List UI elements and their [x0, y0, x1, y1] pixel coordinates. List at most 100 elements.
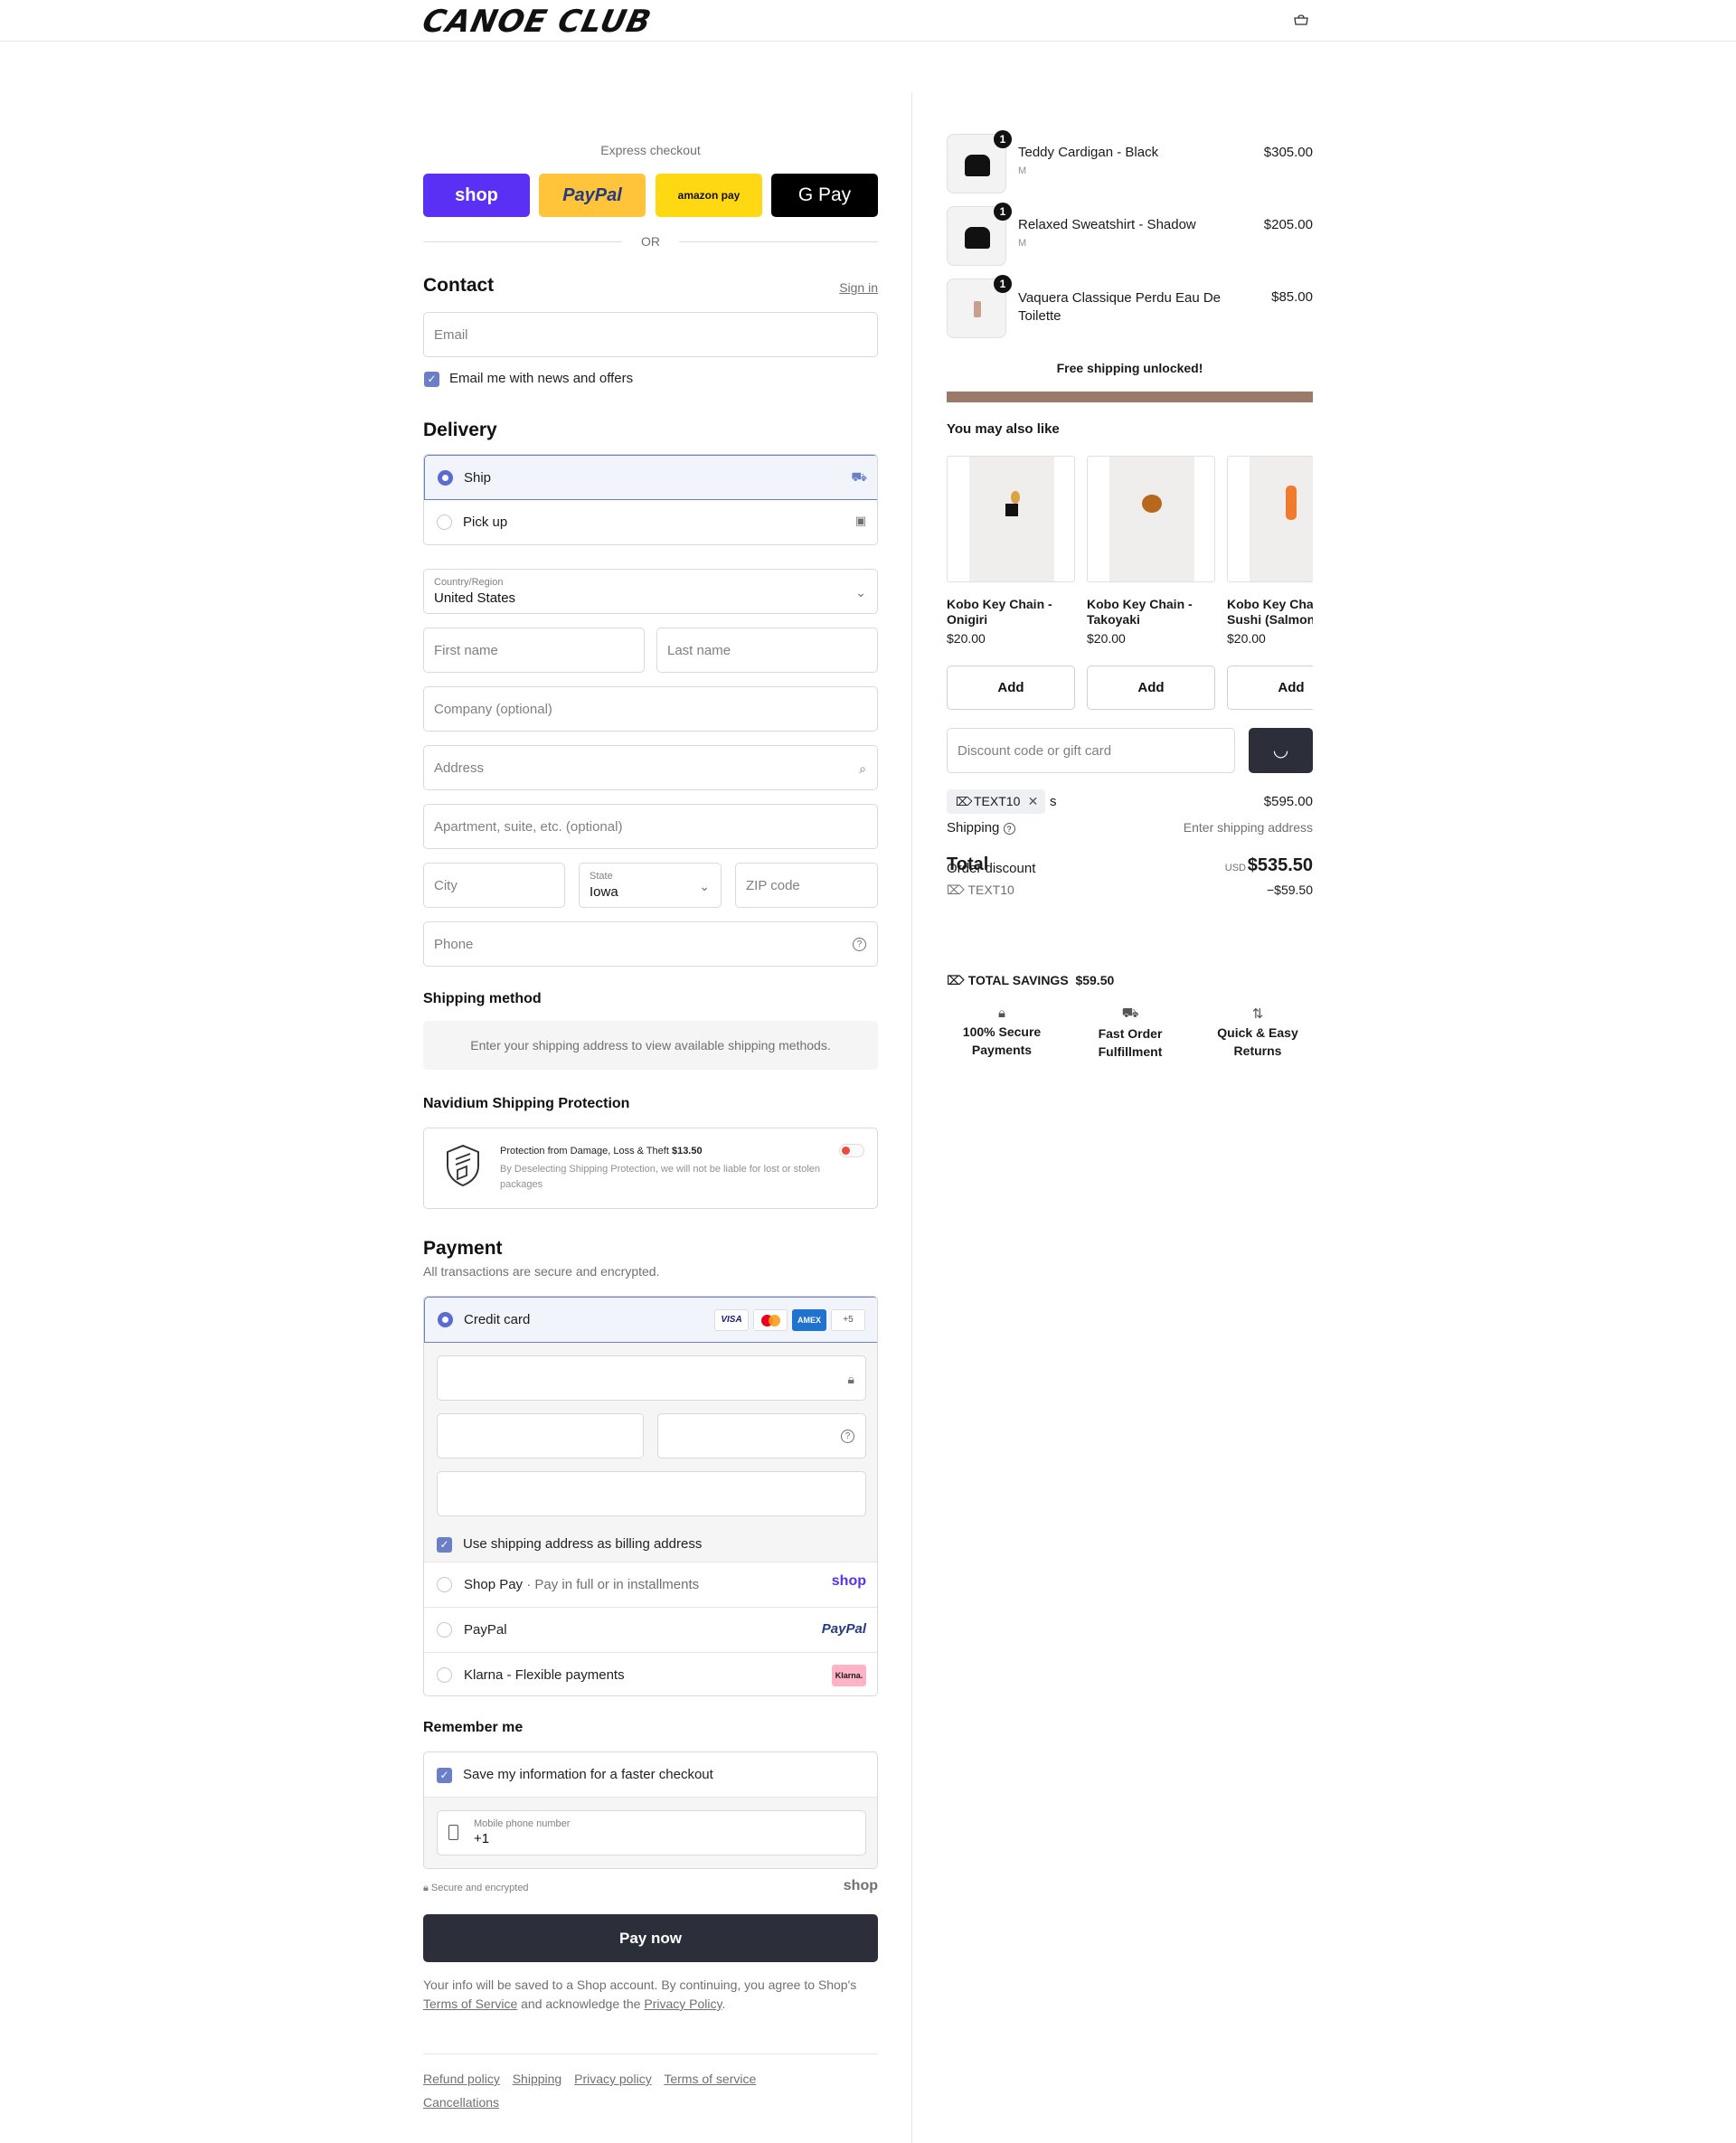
- expiration-field[interactable]: [437, 1413, 644, 1459]
- quantity-badge: 1: [994, 275, 1012, 293]
- help-icon: ?: [1003, 822, 1015, 835]
- newsletter-checkbox[interactable]: ✓: [424, 372, 439, 387]
- protection-toggle[interactable]: [839, 1144, 864, 1157]
- shipping-method-title: Shipping method: [423, 991, 542, 1006]
- discount-field[interactable]: Discount code or gift card: [947, 728, 1235, 773]
- shop-pay-sub: Pay in full or in installments: [534, 1577, 700, 1592]
- shipping-link[interactable]: Shipping: [513, 2072, 562, 2086]
- total-label: Total: [947, 854, 989, 874]
- paypal-option[interactable]: PayPal PayPal: [424, 1607, 877, 1652]
- mobile-phone-field[interactable]: Mobile phone number +1: [437, 1810, 866, 1855]
- pickup-radio[interactable]: [437, 515, 452, 530]
- paypal-radio[interactable]: [437, 1622, 452, 1638]
- legal-text: Your info will be saved to a Shop accoun…: [423, 1978, 857, 2011]
- tag-icon: ⌦: [947, 973, 965, 987]
- shop-pay-option[interactable]: Shop Pay · Pay in full or in installment…: [424, 1562, 877, 1607]
- email-field[interactable]: Email: [423, 312, 878, 357]
- more-cards-badge: +5: [831, 1309, 865, 1331]
- arrows-icon: ⇅: [1251, 1006, 1264, 1022]
- payment-subtitle: All transactions are secure and encrypte…: [423, 1264, 660, 1279]
- payment-title: Payment: [423, 1238, 503, 1259]
- company-field[interactable]: Company (optional): [423, 686, 878, 732]
- save-info-label: Save my information for a faster checkou…: [463, 1767, 713, 1782]
- truck-icon: ⛟: [1121, 1005, 1139, 1021]
- klarna-logo: Klarna.: [832, 1665, 866, 1686]
- first-name-field[interactable]: First name: [423, 628, 645, 673]
- tag-icon: ⌦: [956, 795, 973, 808]
- tag-icon: ⌦: [947, 883, 965, 897]
- state-select[interactable]: State Iowa ⌄: [579, 863, 722, 908]
- upsell-add-button[interactable]: Add: [1227, 666, 1313, 710]
- city-field[interactable]: City: [423, 863, 565, 908]
- phone-field[interactable]: Phone?: [423, 921, 878, 967]
- apply-discount-button[interactable]: ◡: [1249, 728, 1313, 773]
- terms-of-service-link[interactable]: Terms of service: [664, 2072, 756, 2086]
- google-pay-button[interactable]: G Pay: [771, 174, 878, 217]
- privacy-policy-link[interactable]: Privacy policy: [574, 2072, 652, 2086]
- upsell-card[interactable]: [1227, 456, 1313, 582]
- trust-badge-returns: ⇅ Quick & Easy Returns: [1203, 1005, 1313, 1060]
- header: CANOE CLUB: [0, 0, 1736, 42]
- klarna-option[interactable]: Klarna - Flexible payments Klarna.: [424, 1652, 877, 1695]
- country-select[interactable]: Country/Region United States ⌄: [423, 569, 878, 614]
- credit-card-radio[interactable]: [438, 1312, 453, 1327]
- paypal-button[interactable]: PayPal: [539, 174, 646, 217]
- card-details-panel: 🔒︎ ? ✓ Use shipping address as billing a…: [424, 1343, 877, 1562]
- save-info-checkbox[interactable]: ✓: [437, 1768, 452, 1783]
- bag-icon[interactable]: [1293, 14, 1309, 25]
- zip-field[interactable]: ZIP code: [735, 863, 878, 908]
- newsletter-label: Email me with news and offers: [449, 371, 634, 386]
- amazon-pay-button[interactable]: amazon pay: [656, 174, 762, 217]
- phone-icon: [448, 1825, 458, 1840]
- quantity-badge: 1: [994, 203, 1012, 221]
- apartment-field[interactable]: Apartment, suite, etc. (optional): [423, 804, 878, 849]
- remove-discount-icon[interactable]: ✕: [1028, 789, 1039, 814]
- store-logo[interactable]: CANOE CLUB: [420, 4, 655, 40]
- upsell-add-button[interactable]: Add: [1087, 666, 1215, 710]
- name-on-card-field[interactable]: [437, 1471, 866, 1516]
- terms-link[interactable]: Terms of Service: [423, 1997, 517, 2011]
- security-code-field[interactable]: ?: [657, 1413, 866, 1459]
- shop-logo: shop: [843, 1878, 878, 1893]
- upsell-price: $20.00: [947, 631, 986, 646]
- store-icon: ▣: [854, 514, 866, 527]
- klarna-radio[interactable]: [437, 1667, 452, 1683]
- ship-radio[interactable]: [438, 470, 453, 486]
- upsell-card[interactable]: [947, 456, 1075, 582]
- discount-tag: ⌦ TEXT10 ✕: [947, 789, 1046, 814]
- refund-policy-link[interactable]: Refund policy: [423, 2072, 500, 2086]
- last-name-field[interactable]: Last name: [656, 628, 878, 673]
- shop-pay-button[interactable]: shop: [423, 174, 530, 217]
- payment-methods: Credit card VISA AMEX +5 🔒︎ ? ✓ Use ship…: [423, 1296, 878, 1696]
- express-checkout-title: Express checkout: [600, 143, 701, 157]
- ship-option[interactable]: Ship ⛟: [424, 455, 877, 500]
- card-number-field[interactable]: 🔒︎: [437, 1355, 866, 1401]
- shop-pay-radio[interactable]: [437, 1577, 452, 1592]
- discount-tag-code: TEXT10: [974, 794, 1021, 808]
- privacy-link[interactable]: Privacy Policy: [644, 1997, 722, 2011]
- or-divider-right: [679, 241, 878, 242]
- column-divider: [911, 92, 912, 2143]
- ship-label: Ship: [464, 470, 492, 486]
- pay-now-button[interactable]: Pay now: [423, 1914, 878, 1962]
- address-field[interactable]: Address ⌕: [423, 745, 878, 790]
- product-name: Vaquera Classique Perdu Eau De Toilette: [1018, 290, 1222, 324]
- billing-same-checkbox[interactable]: ✓: [437, 1537, 452, 1553]
- cancellations-link[interactable]: Cancellations: [423, 2095, 499, 2110]
- pickup-option[interactable]: Pick up ▣: [424, 500, 877, 544]
- shield-icon: [447, 1144, 479, 1187]
- footer-divider: [423, 2053, 878, 2054]
- shop-pay-label: Shop Pay: [464, 1577, 524, 1592]
- protection-line1: Protection from Damage, Loss & Theft: [500, 1146, 669, 1156]
- protection-box: Protection from Damage, Loss & Theft $13…: [423, 1128, 878, 1209]
- upsell-card[interactable]: [1087, 456, 1215, 582]
- sign-in-link[interactable]: Sign in: [839, 280, 878, 295]
- upsell-add-button[interactable]: Add: [947, 666, 1075, 710]
- or-divider-left: [423, 241, 622, 242]
- credit-card-option[interactable]: Credit card VISA AMEX +5: [424, 1297, 877, 1343]
- shipping-method-notice: Enter your shipping address to view avai…: [423, 1021, 878, 1070]
- spinner-icon: ◡: [1272, 741, 1289, 760]
- or-label: OR: [641, 234, 660, 249]
- lock-icon: 🔒︎: [423, 1883, 429, 1893]
- upsell-carousel: Kobo Key Chain - Onigiri $20.00 Kobo Key…: [947, 456, 1313, 718]
